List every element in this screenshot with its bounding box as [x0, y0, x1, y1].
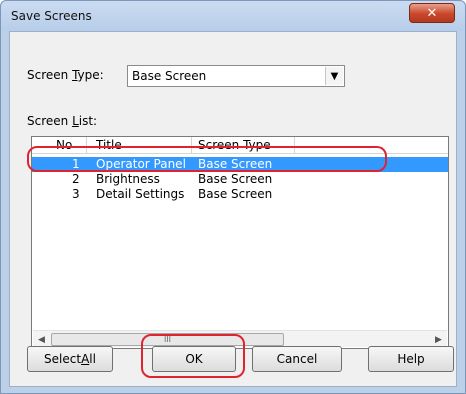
- column-header-no[interactable]: No: [56, 138, 72, 152]
- select-all-label-key: A: [81, 352, 90, 366]
- dialog-body: Screen Type: Base Screen ▼ Screen List: …: [9, 31, 457, 387]
- row-title: Detail Settings: [96, 187, 185, 201]
- list-item[interactable]: 3 Detail Settings Base Screen: [32, 187, 448, 202]
- window-title: Save Screens: [11, 9, 92, 23]
- screen-list-label-pre: Screen: [27, 114, 73, 128]
- scrollbar-thumb[interactable]: III: [51, 333, 284, 346]
- close-icon: ✕: [426, 5, 438, 21]
- row-screen-type: Base Screen: [198, 172, 273, 186]
- screen-list-label: Screen List:: [27, 114, 97, 128]
- screen-type-label-post: ype:: [77, 68, 104, 82]
- screen-list[interactable]: No Title Screen Type 1 Operator Panel Ba…: [31, 136, 449, 349]
- horizontal-scrollbar[interactable]: ◀ III ▶: [33, 330, 447, 347]
- row-title: Brightness: [96, 172, 160, 186]
- cancel-button[interactable]: Cancel: [252, 346, 342, 372]
- column-header-title[interactable]: Title: [96, 138, 122, 152]
- list-item[interactable]: 1 Operator Panel Base Screen: [32, 157, 448, 172]
- row-screen-type: Base Screen: [198, 187, 273, 201]
- screen-type-value: Base Screen: [132, 69, 207, 83]
- save-screens-dialog: Save Screens ✕ Screen Type: Base Screen …: [0, 0, 466, 394]
- select-all-button[interactable]: Select All: [27, 346, 113, 372]
- row-no: 2: [72, 172, 80, 186]
- screen-type-label-pre: Screen: [27, 68, 73, 82]
- list-item[interactable]: 2 Brightness Base Screen: [32, 172, 448, 187]
- row-no: 3: [72, 187, 80, 201]
- chevron-down-icon[interactable]: ▼: [325, 67, 343, 85]
- title-bar: Save Screens ✕: [1, 1, 465, 31]
- row-screen-type: Base Screen: [198, 157, 273, 171]
- column-divider[interactable]: [86, 137, 87, 154]
- column-header-screen-type[interactable]: Screen Type: [198, 138, 271, 152]
- select-all-label-post: ll: [89, 352, 96, 366]
- ok-label: OK: [185, 352, 203, 366]
- select-all-label-pre: Select: [44, 352, 82, 366]
- ok-button[interactable]: OK: [152, 346, 236, 372]
- grip-icon: III: [163, 335, 172, 344]
- row-title: Operator Panel: [96, 157, 186, 171]
- help-button[interactable]: Help: [368, 346, 454, 372]
- screen-type-dropdown[interactable]: Base Screen ▼: [127, 65, 345, 87]
- screen-type-label: Screen Type:: [27, 68, 104, 82]
- column-header: No Title Screen Type: [32, 137, 448, 154]
- column-divider[interactable]: [191, 137, 192, 154]
- column-divider[interactable]: [294, 137, 295, 154]
- cancel-label: Cancel: [276, 352, 318, 366]
- row-no: 1: [72, 157, 80, 171]
- close-button[interactable]: ✕: [409, 3, 455, 23]
- screen-list-label-key: L: [72, 114, 79, 128]
- help-label: Help: [397, 352, 425, 366]
- screen-list-label-post: ist:: [78, 114, 98, 128]
